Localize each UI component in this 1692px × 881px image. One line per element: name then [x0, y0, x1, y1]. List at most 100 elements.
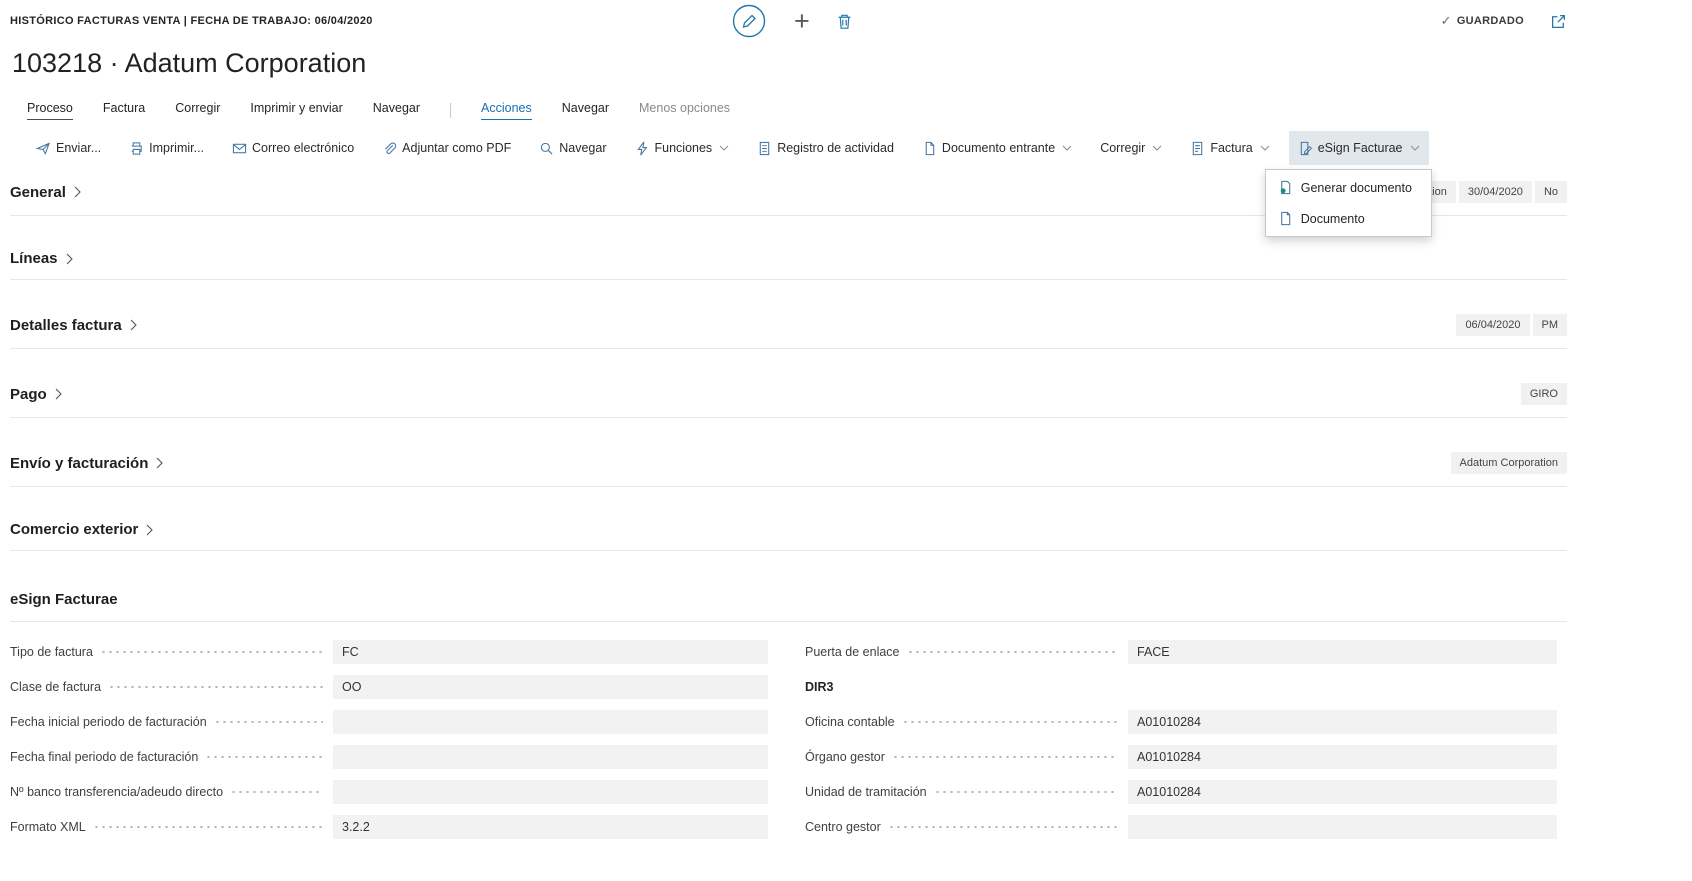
- popout-icon: [1550, 13, 1567, 30]
- delete-button[interactable]: [836, 13, 853, 30]
- tab-factura[interactable]: Factura: [103, 101, 145, 119]
- add-button[interactable]: +: [792, 5, 812, 36]
- dotted-leader: [906, 651, 1118, 653]
- record-actions: +: [730, 2, 853, 40]
- field-value[interactable]: 3.2.2: [333, 815, 768, 839]
- field-label: Fecha final periodo de facturación: [10, 750, 199, 764]
- save-status: ✓ GUARDADO: [1441, 13, 1524, 29]
- toolbar-label: Enviar...: [56, 141, 102, 155]
- field-value[interactable]: FACE: [1128, 640, 1557, 664]
- top-bar: HISTÓRICO FACTURAS VENTA | FECHA DE TRAB…: [10, 0, 1567, 42]
- chevron-right-icon: [74, 186, 81, 198]
- chevron-right-icon: [130, 319, 137, 331]
- section-comercio-exterior[interactable]: Comercio exterior: [10, 521, 1567, 551]
- pencil-icon: [731, 3, 767, 39]
- tab-navegar-2[interactable]: Navegar: [562, 101, 609, 119]
- plus-icon: +: [794, 5, 810, 36]
- field-value[interactable]: A01010284: [1128, 710, 1557, 734]
- toolbar-label: Registro de actividad: [777, 141, 894, 155]
- section-title: Pago: [10, 385, 47, 403]
- toolbar-button-esign-facturae[interactable]: eSign Facturae Generar documento Documen…: [1264, 131, 1432, 237]
- toolbar-label: Funciones: [654, 141, 713, 155]
- tab-menos-opciones[interactable]: Menos opciones: [639, 101, 730, 119]
- section-title: eSign Facturae: [10, 591, 118, 608]
- summary-badge: 06/04/2020: [1456, 314, 1530, 336]
- dotted-leader: [92, 826, 323, 828]
- summary-badge: No: [1534, 181, 1567, 203]
- field-value[interactable]: A01010284: [1128, 745, 1557, 769]
- section-esign-facturae[interactable]: eSign Facturae: [10, 591, 1567, 622]
- field-value[interactable]: [333, 780, 768, 804]
- field-label: Tipo de factura: [10, 645, 93, 659]
- field-label: Nº banco transferencia/adeudo directo: [10, 785, 224, 799]
- section-title: Detalles factura: [10, 316, 122, 334]
- field-clase-de-factura: Clase de factura OO: [10, 675, 768, 699]
- chevron-right-icon: [146, 524, 154, 536]
- tab-imprimir-y-enviar[interactable]: Imprimir y enviar: [250, 101, 342, 119]
- toolbar-button-documento-entrante[interactable]: Documento entrante: [913, 131, 1081, 165]
- section-pago[interactable]: Pago GIRO: [10, 383, 1567, 418]
- edit-button[interactable]: [730, 2, 768, 40]
- section-detalles-factura[interactable]: Detalles factura 06/04/2020 PM: [10, 314, 1567, 349]
- summary-badge: 30/04/2020: [1458, 181, 1532, 203]
- esign-document-icon: [1298, 141, 1313, 156]
- printer-icon: [129, 141, 144, 156]
- tab-proceso[interactable]: Proceso: [27, 101, 73, 120]
- toolbar-button-imprimir[interactable]: Imprimir...: [120, 131, 213, 165]
- chevron-down-icon: [1260, 145, 1270, 151]
- dotted-leader: [205, 756, 323, 758]
- field-value[interactable]: OO: [333, 675, 768, 699]
- saved-label: GUARDADO: [1456, 15, 1524, 27]
- toolbar-button-corregir[interactable]: Corregir: [1091, 131, 1171, 165]
- send-icon: [36, 141, 51, 156]
- tab-navegar[interactable]: Navegar: [373, 101, 420, 119]
- toolbar-button-correo-electronico[interactable]: Correo electrónico: [223, 131, 363, 165]
- chevron-right-icon: [156, 457, 164, 469]
- field-label: Oficina contable: [805, 715, 895, 729]
- menu-item-documento[interactable]: Documento: [1266, 203, 1431, 234]
- open-in-new-window-button[interactable]: [1550, 13, 1567, 30]
- summary-badge: Adatum Corporation: [1450, 452, 1567, 474]
- toolbar-button-adjuntar-como-pdf[interactable]: Adjuntar como PDF: [373, 131, 520, 165]
- toolbar-button-enviar[interactable]: Enviar...: [27, 131, 110, 165]
- section-envio-y-facturacion[interactable]: Envío y facturación Adatum Corporation: [10, 452, 1567, 487]
- chevron-down-icon: [1152, 145, 1162, 151]
- tab-corregir[interactable]: Corregir: [175, 101, 220, 119]
- lightning-icon: [635, 141, 650, 156]
- field-value[interactable]: [333, 745, 768, 769]
- trash-icon: [836, 13, 853, 30]
- toolbar-label: Documento entrante: [941, 141, 1056, 155]
- section-lineas[interactable]: Líneas: [10, 250, 1567, 280]
- field-value[interactable]: [333, 710, 768, 734]
- field-value[interactable]: [1128, 815, 1557, 839]
- chevron-right-icon: [55, 388, 62, 400]
- dotted-leader: [901, 721, 1118, 723]
- field-value[interactable]: A01010284: [1128, 780, 1557, 804]
- menu-item-generar-documento[interactable]: Generar documento: [1266, 172, 1431, 203]
- dotted-leader: [887, 826, 1118, 828]
- field-value[interactable]: FC: [333, 640, 768, 664]
- menu-item-label: Generar documento: [1300, 180, 1412, 195]
- dotted-leader: [108, 686, 323, 688]
- toolbar-button-funciones[interactable]: Funciones: [626, 131, 739, 165]
- command-toolbar: Enviar... Imprimir... Correo electrónico…: [10, 131, 1567, 237]
- field-unidad-de-tramitacion: Unidad de tramitación A01010284: [805, 780, 1557, 804]
- toolbar-button-registro-de-actividad[interactable]: Registro de actividad: [748, 131, 903, 165]
- check-icon: ✓: [1440, 13, 1452, 28]
- dotted-leader: [230, 791, 323, 793]
- chevron-down-icon: [719, 145, 729, 151]
- field-label: Clase de factura: [10, 680, 102, 694]
- tab-acciones[interactable]: Acciones: [481, 101, 532, 120]
- field-label: Centro gestor: [805, 820, 881, 834]
- field-banco-transferencia: Nº banco transferencia/adeudo directo: [10, 780, 768, 804]
- incoming-document-icon: [922, 141, 937, 156]
- field-label: Fecha inicial periodo de facturación: [10, 715, 207, 729]
- toolbar-label: Correo electrónico: [252, 141, 355, 155]
- tab-divider: [450, 102, 452, 118]
- esign-dropdown-menu: Generar documento Documento: [1264, 169, 1432, 237]
- toolbar-button-navegar[interactable]: Navegar: [530, 131, 615, 165]
- toolbar-label: eSign Facturae: [1317, 141, 1403, 155]
- toolbar-button-factura[interactable]: Factura: [1181, 131, 1278, 165]
- activity-log-icon: [757, 141, 772, 156]
- breadcrumb[interactable]: HISTÓRICO FACTURAS VENTA | FECHA DE TRAB…: [10, 15, 373, 27]
